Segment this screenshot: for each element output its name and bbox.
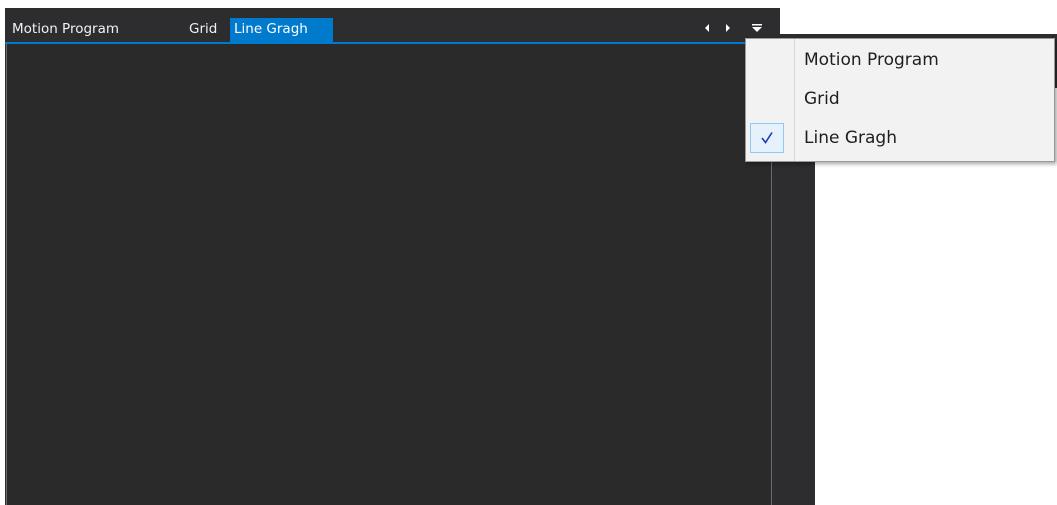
caret-left-icon: [705, 24, 709, 32]
application-frame: Motion Program Grid Line Gragh Motion Pr…: [0, 0, 1057, 505]
tab-next-button[interactable]: [721, 20, 735, 36]
tab-list-dropdown-button[interactable]: [750, 20, 764, 36]
line-graph-content-area[interactable]: [7, 44, 773, 505]
dock-panel: Motion Program Grid Line Gragh: [5, 8, 780, 505]
checkmark-icon: [750, 123, 784, 153]
menu-item-label: Line Gragh: [804, 128, 897, 148]
tab-line-gragh[interactable]: Line Gragh: [230, 18, 333, 42]
tab-motion-program[interactable]: Motion Program: [8, 18, 123, 42]
caret-right-icon: [726, 24, 730, 32]
menu-item-motion-program[interactable]: Motion Program: [748, 42, 1052, 78]
menu-item-grid[interactable]: Grid: [748, 81, 1052, 117]
tab-strip: Motion Program Grid Line Gragh: [5, 8, 780, 42]
menu-item-label: Motion Program: [804, 50, 939, 70]
tab-list-menu: Motion Program Grid Line Gragh: [745, 38, 1055, 162]
tab-grid[interactable]: Grid: [185, 18, 221, 42]
tab-prev-button[interactable]: [700, 20, 714, 36]
caret-down-icon: [752, 24, 762, 32]
menu-item-label: Grid: [804, 89, 840, 109]
menu-item-line-gragh[interactable]: Line Gragh: [748, 120, 1052, 156]
